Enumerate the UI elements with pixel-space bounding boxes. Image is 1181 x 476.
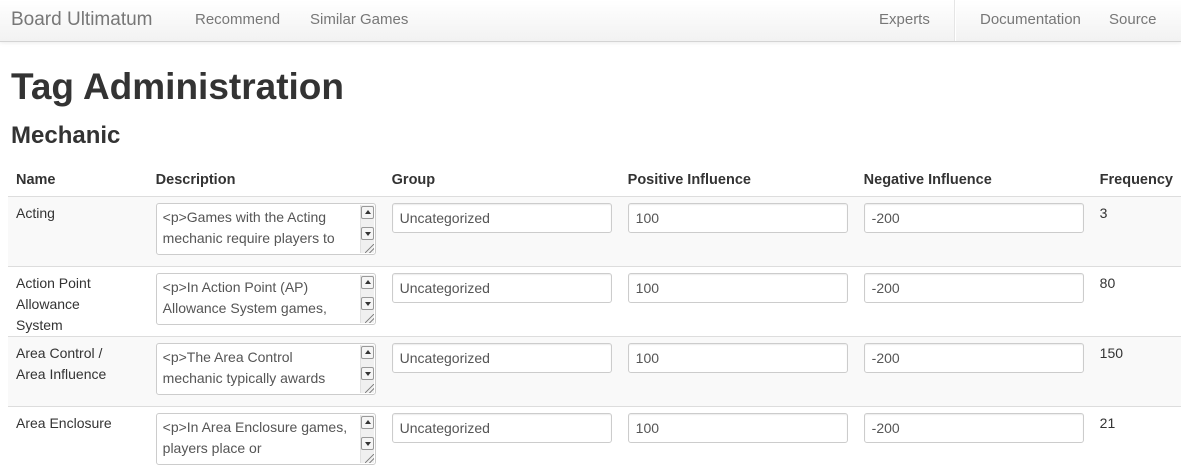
brand-link[interactable]: Board Ultimatum xyxy=(11,9,153,31)
positive-cell xyxy=(619,335,856,406)
tag-name: Area Control / Area Influence xyxy=(8,335,148,406)
tag-name: Action Point Allowance System xyxy=(8,265,148,336)
table-row: Area Enclosure <p>In Area Enclosure game… xyxy=(8,405,1181,476)
negative-cell xyxy=(855,195,1092,266)
positive-influence-input[interactable] xyxy=(627,272,848,303)
description-textarea[interactable]: <p>The Area Control mechanic typically a… xyxy=(155,342,376,395)
tag-name: Area Enclosure xyxy=(8,405,148,476)
group-cell xyxy=(383,405,620,476)
positive-cell xyxy=(619,405,856,476)
frequency-value: 3 xyxy=(1091,195,1181,266)
group-input[interactable] xyxy=(391,272,612,303)
scroll-down-icon[interactable] xyxy=(360,296,374,310)
scroll-up-icon[interactable] xyxy=(360,275,374,289)
nav-link-recommend[interactable]: Recommend xyxy=(195,11,280,28)
scroll-up-icon[interactable] xyxy=(360,345,374,359)
frequency-value: 150 xyxy=(1091,335,1181,406)
page-title: Tag Administration xyxy=(11,66,344,107)
description-cell: <p>The Area Control mechanic typically a… xyxy=(147,335,384,406)
negative-influence-input[interactable] xyxy=(863,412,1084,443)
description-text: <p>In Action Point (AP) Allowance System… xyxy=(162,278,327,316)
resize-grip-icon[interactable] xyxy=(364,313,374,323)
group-cell xyxy=(383,335,620,406)
nav-link-similar-games[interactable]: Similar Games xyxy=(310,11,408,28)
tags-table: Name Description Group Positive Influenc… xyxy=(8,166,1181,476)
description-textarea[interactable]: <p>In Action Point (AP) Allowance System… xyxy=(155,272,376,325)
nav-link-experts[interactable]: Experts xyxy=(879,11,930,28)
group-input[interactable] xyxy=(391,202,612,233)
table-row: Area Control / Area Influence <p>The Are… xyxy=(8,335,1181,406)
navbar: Board Ultimatum Recommend Similar Games … xyxy=(0,0,1181,42)
negative-cell xyxy=(855,405,1092,476)
column-header-group: Group xyxy=(391,172,436,188)
negative-influence-input[interactable] xyxy=(863,202,1084,233)
description-textarea[interactable]: <p>Games with the Acting mechanic requir… xyxy=(155,202,376,255)
description-cell: <p>In Area Enclosure games, players plac… xyxy=(147,405,384,476)
positive-cell xyxy=(619,265,856,336)
description-cell: <p>In Action Point (AP) Allowance System… xyxy=(147,265,384,336)
resize-grip-icon[interactable] xyxy=(364,383,374,393)
scroll-up-icon[interactable] xyxy=(360,205,374,219)
positive-influence-input[interactable] xyxy=(627,412,848,443)
section-title: Mechanic xyxy=(11,122,121,149)
column-header-positive-influence: Positive Influence xyxy=(627,172,751,188)
tag-name: Acting xyxy=(8,195,148,266)
negative-influence-input[interactable] xyxy=(863,272,1084,303)
column-header-negative-influence: Negative Influence xyxy=(863,172,992,188)
resize-grip-icon[interactable] xyxy=(364,453,374,463)
scroll-down-icon[interactable] xyxy=(360,436,374,450)
nav-link-documentation[interactable]: Documentation xyxy=(980,11,1081,28)
description-textarea[interactable]: <p>In Area Enclosure games, players plac… xyxy=(155,412,376,465)
scroll-up-icon[interactable] xyxy=(360,415,374,429)
negative-cell xyxy=(855,335,1092,406)
group-input[interactable] xyxy=(391,342,612,373)
group-cell xyxy=(383,195,620,266)
scroll-down-icon[interactable] xyxy=(360,366,374,380)
table-row: Acting <p>Games with the Acting mechanic… xyxy=(8,195,1181,266)
group-input[interactable] xyxy=(391,412,612,443)
resize-grip-icon[interactable] xyxy=(364,243,374,253)
negative-cell xyxy=(855,265,1092,336)
table-header-row: Name Description Group Positive Influenc… xyxy=(8,166,1181,196)
nav-link-source[interactable]: Source xyxy=(1109,11,1157,28)
description-text: <p>In Area Enclosure games, players plac… xyxy=(162,418,348,456)
description-text: <p>Games with the Acting mechanic requir… xyxy=(162,208,335,246)
nav-divider xyxy=(954,0,956,41)
description-cell: <p>Games with the Acting mechanic requir… xyxy=(147,195,384,266)
scroll-down-icon[interactable] xyxy=(360,226,374,240)
group-cell xyxy=(383,265,620,336)
description-text: <p>The Area Control mechanic typically a… xyxy=(162,348,326,386)
negative-influence-input[interactable] xyxy=(863,342,1084,373)
frequency-value: 80 xyxy=(1091,265,1181,336)
frequency-value: 21 xyxy=(1091,405,1181,476)
column-header-description: Description xyxy=(155,172,236,188)
positive-influence-input[interactable] xyxy=(627,202,848,233)
table-row: Action Point Allowance System <p>In Acti… xyxy=(8,265,1181,336)
column-header-name: Name xyxy=(16,172,56,188)
positive-cell xyxy=(619,195,856,266)
column-header-frequency: Frequency xyxy=(1099,172,1173,188)
positive-influence-input[interactable] xyxy=(627,342,848,373)
